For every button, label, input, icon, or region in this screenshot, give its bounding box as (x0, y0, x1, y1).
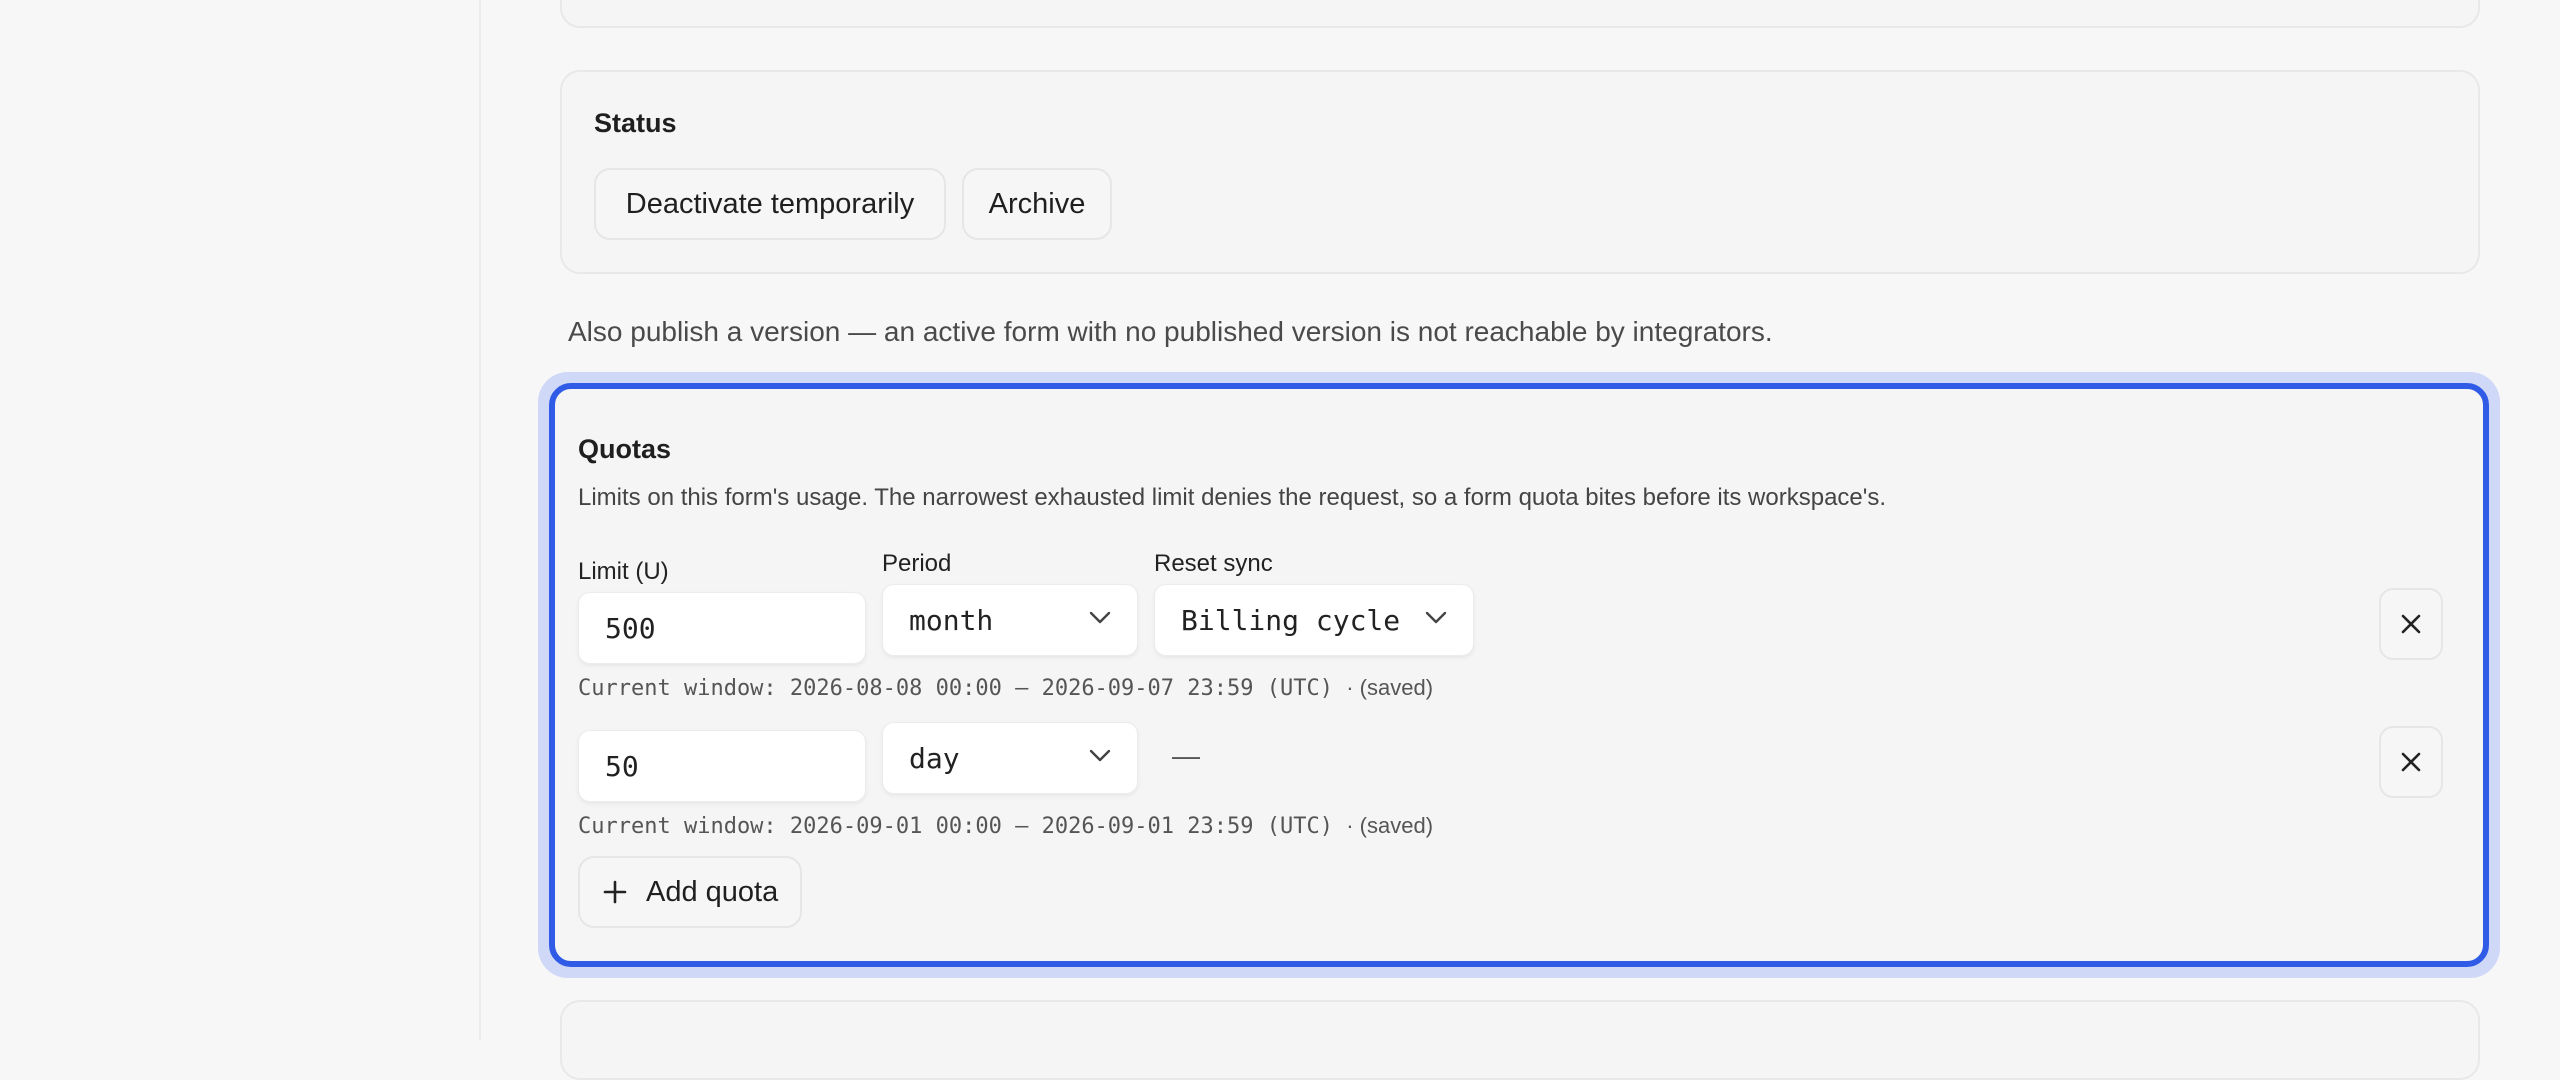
current-window-note: Current window: 2026-08-08 00:00 – 2026-… (578, 675, 1433, 701)
current-window-text: Current window: 2026-08-08 00:00 – 2026-… (578, 676, 1333, 701)
chevron-down-icon (1425, 611, 1447, 624)
period-select[interactable]: month (882, 584, 1138, 656)
period-label: Period (882, 550, 952, 577)
deactivate-temporarily-button[interactable]: Deactivate temporarily (594, 168, 946, 240)
chevron-down-icon (1089, 611, 1111, 624)
left-sidebar (0, 0, 481, 1040)
publish-version-note: Also publish a version — an active form … (568, 316, 1773, 347)
close-icon (2401, 752, 2421, 772)
limit-input[interactable]: 500 (578, 592, 866, 664)
remove-quota-button[interactable] (2379, 726, 2443, 798)
plus-icon (603, 880, 627, 904)
period-value: day (909, 741, 960, 775)
previous-section-card (560, 0, 2480, 28)
quotas-title: Quotas (578, 434, 672, 464)
remove-quota-button[interactable] (2379, 588, 2443, 660)
reset-sync-select[interactable]: Billing cycle (1154, 584, 1474, 656)
quotas-description: Limits on this form's usage. The narrowe… (578, 484, 1887, 511)
add-quota-label: Add quota (646, 875, 779, 908)
saved-indicator: · (saved) (1346, 813, 1434, 838)
reset-sync-value: Billing cycle (1181, 603, 1401, 637)
period-value: month (909, 603, 994, 637)
archive-button[interactable]: Archive (962, 168, 1112, 240)
reset-sync-placeholder: — (1172, 740, 1200, 771)
saved-indicator: · (saved) (1346, 675, 1434, 700)
period-select[interactable]: day (882, 722, 1138, 794)
current-window-note: Current window: 2026-09-01 00:00 – 2026-… (578, 813, 1433, 839)
next-section-card (560, 1000, 2480, 1080)
reset-sync-label: Reset sync (1154, 550, 1273, 577)
close-icon (2401, 614, 2421, 634)
status-section: Status Deactivate temporarily Archive (560, 70, 2480, 274)
add-quota-button[interactable]: Add quota (578, 856, 803, 928)
chevron-down-icon (1089, 749, 1111, 762)
limit-input[interactable]: 50 (578, 730, 866, 802)
current-window-text: Current window: 2026-09-01 00:00 – 2026-… (578, 814, 1333, 839)
quotas-section: Quotas Limits on this form's usage. The … (549, 383, 2489, 967)
status-title: Status (594, 108, 677, 138)
limit-label: Limit (U) (578, 558, 669, 585)
